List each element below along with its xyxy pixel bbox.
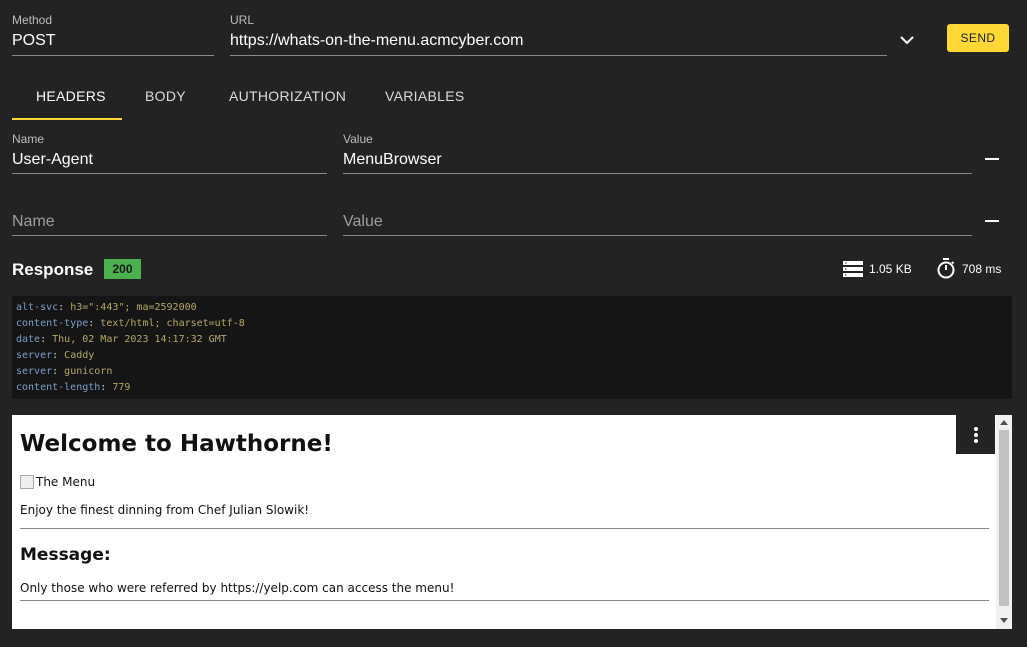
response-header-line: alt-svc: h3=":443"; ma=2592000	[16, 302, 197, 313]
storage-icon	[843, 261, 863, 277]
scroll-up-icon[interactable]	[1000, 420, 1008, 425]
method-value[interactable]: POST	[12, 32, 56, 50]
url-label: URL	[230, 13, 255, 27]
preview-intro: Enjoy the finest dinning from Chef Julia…	[20, 503, 310, 517]
header-value-underline	[343, 173, 972, 174]
method-label: Method	[12, 13, 53, 27]
response-header-line: server: gunicorn	[16, 366, 113, 377]
response-headers: alt-svc: h3=":443"; ma=2592000 content-t…	[12, 296, 1012, 399]
scroll-thumb[interactable]	[999, 430, 1009, 606]
response-time: 708 ms	[962, 262, 1002, 276]
header-value-underline-empty	[343, 235, 972, 236]
response-header-key: server	[16, 350, 53, 361]
tab-body[interactable]: BODY	[145, 88, 186, 104]
response-header-key: date	[16, 334, 41, 345]
tab-indicator	[12, 118, 122, 120]
url-underline	[230, 55, 887, 56]
preview-scrollbar[interactable]	[996, 415, 1012, 629]
response-title: Response	[12, 260, 94, 279]
response-size: 1.05 KB	[869, 262, 912, 276]
header-name-label: Name	[12, 132, 45, 146]
status-badge: 200	[104, 259, 141, 279]
header-value-label: Value	[343, 132, 373, 146]
send-button[interactable]: SEND	[947, 24, 1009, 52]
response-header-key: content-type	[16, 318, 89, 329]
header-name-input[interactable]: User-Agent	[12, 151, 93, 169]
preview-divider	[20, 528, 989, 529]
tab-headers[interactable]: HEADERS	[36, 88, 106, 104]
response-header-key: alt-svc	[16, 302, 59, 313]
response-header-value: h3=":443"; ma=2592000	[70, 302, 197, 313]
response-header-line: server: Caddy	[16, 350, 95, 361]
response-header-key: server	[16, 366, 53, 377]
timer-icon	[937, 258, 955, 279]
response-header-value: Thu, 02 Mar 2023 14:17:32 GMT	[52, 334, 227, 345]
tab-authorization[interactable]: AUTHORIZATION	[229, 88, 346, 104]
url-input[interactable]: https://whats-on-the-menu.acmcyber.com	[230, 32, 523, 50]
preview-message: Only those who were referred by https://…	[20, 581, 455, 595]
preview-menu-button[interactable]	[956, 415, 995, 454]
response-header-line: date: Thu, 02 Mar 2023 14:17:32 GMT	[16, 334, 227, 345]
remove-header-button[interactable]	[985, 158, 999, 160]
header-name-underline	[12, 173, 327, 174]
response-header-value: text/html; charset=utf-8	[100, 318, 245, 329]
response-header-line: content-type: text/html; charset=utf-8	[16, 318, 245, 329]
preview-image-alt: The Menu	[36, 475, 96, 489]
preview-broken-image: The Menu	[20, 475, 95, 489]
scroll-down-icon[interactable]	[1000, 618, 1008, 623]
header-value-input[interactable]: MenuBrowser	[343, 151, 442, 169]
preview-heading: Welcome to Hawthorne!	[20, 431, 333, 457]
header-name-underline-empty	[12, 235, 327, 236]
response-header-key: content-length	[16, 382, 101, 393]
header-name-input-empty[interactable]: Name	[12, 213, 55, 231]
broken-image-icon	[20, 475, 34, 489]
response-header-value: gunicorn	[64, 366, 113, 377]
response-header-value: Caddy	[64, 350, 95, 361]
header-value-input-empty[interactable]: Value	[343, 213, 383, 231]
response-header-value: 779	[112, 382, 131, 393]
chevron-down-icon[interactable]	[898, 33, 916, 47]
method-underline	[12, 55, 214, 56]
preview-message-heading: Message:	[20, 545, 111, 565]
preview-divider	[20, 600, 989, 601]
tab-variables[interactable]: VARIABLES	[385, 88, 464, 104]
response-header-line: content-length: 779	[16, 382, 131, 393]
response-preview[interactable]: Welcome to Hawthorne! The Menu Enjoy the…	[12, 415, 1012, 629]
remove-header-button[interactable]	[985, 220, 999, 222]
